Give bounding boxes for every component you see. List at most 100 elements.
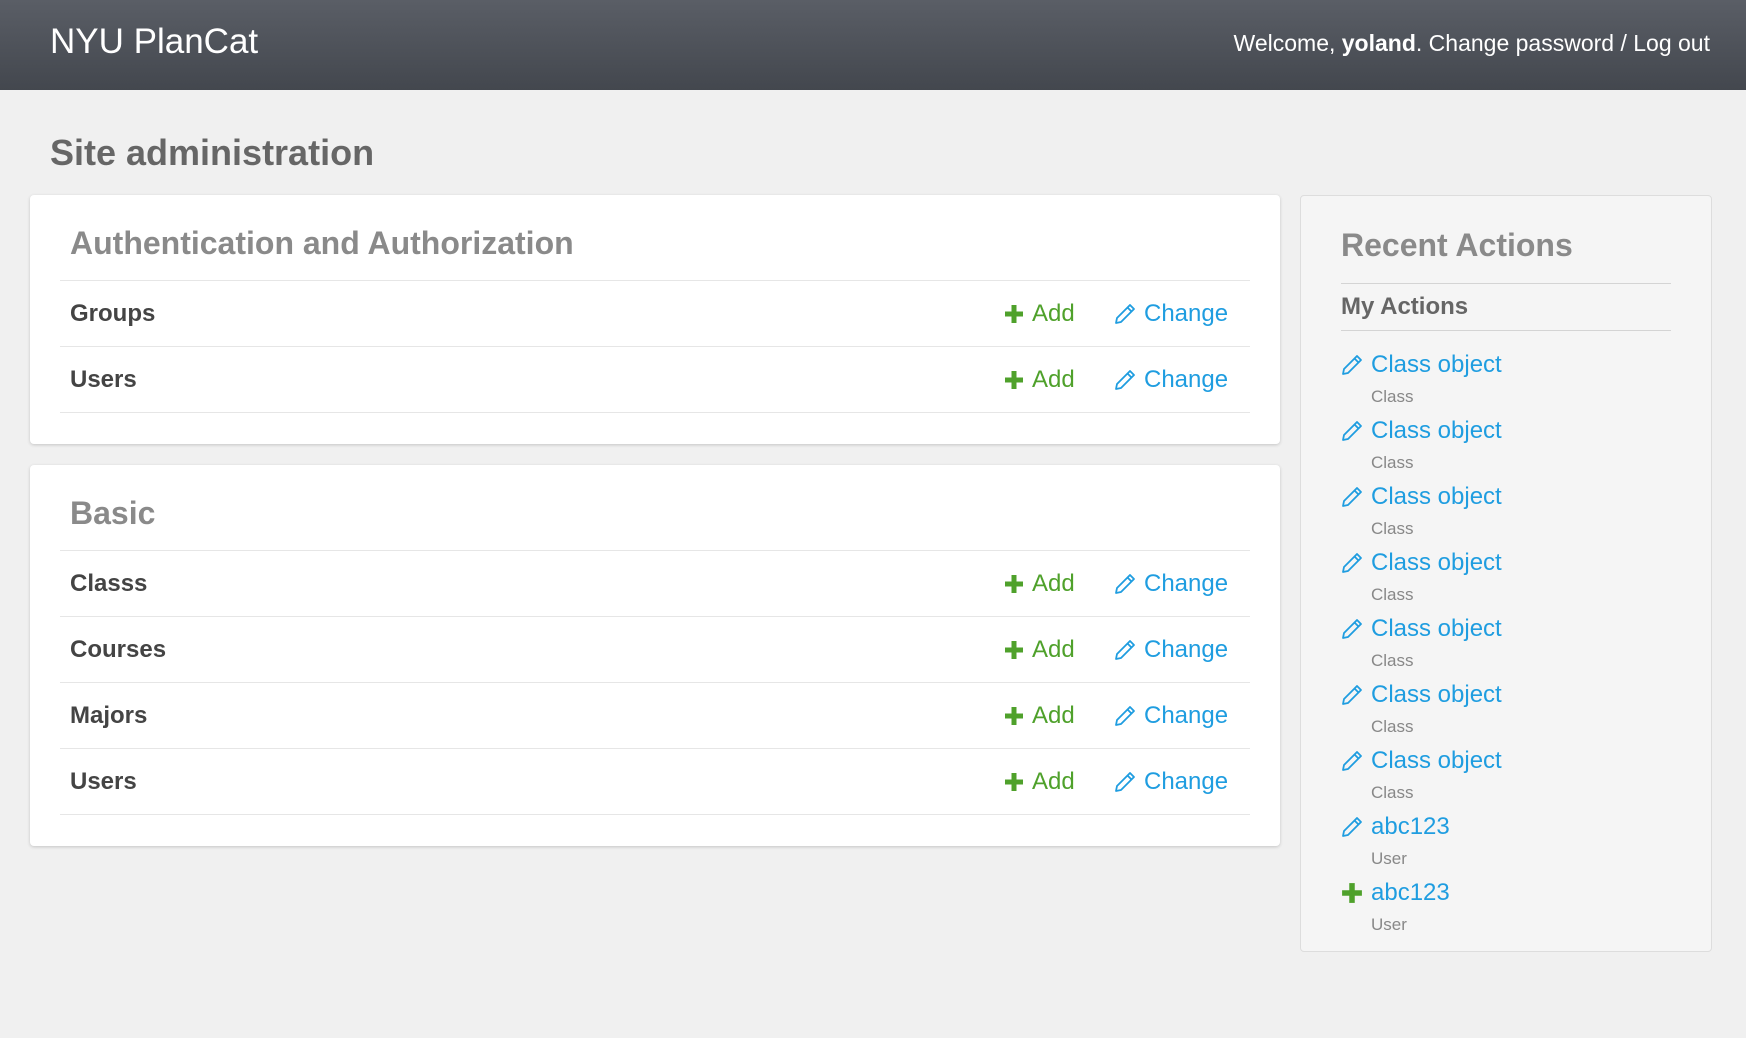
module-caption: Authentication and Authorization bbox=[60, 195, 1250, 281]
change-label: Change bbox=[1144, 701, 1229, 729]
pencil-icon bbox=[1115, 639, 1135, 660]
add-button[interactable]: Add bbox=[1004, 636, 1114, 664]
module-authentication: Authentication and Authorization Groups … bbox=[30, 195, 1280, 444]
action-link[interactable]: Class object bbox=[1371, 483, 1502, 511]
model-name[interactable]: Classs bbox=[70, 570, 1004, 598]
model-row-users: Users Add Change bbox=[60, 347, 1250, 413]
action-item: Class object Class bbox=[1341, 541, 1671, 607]
pencil-icon bbox=[1342, 487, 1362, 507]
action-type: Class bbox=[1371, 519, 1414, 538]
top-header: NYU PlanCat Welcome, yoland. Change pass… bbox=[0, 0, 1746, 90]
change-label: Change bbox=[1144, 767, 1229, 795]
pencil-icon bbox=[1342, 817, 1362, 837]
add-label: Add bbox=[1032, 767, 1075, 795]
add-button[interactable]: Add bbox=[1004, 570, 1114, 598]
add-button[interactable]: Add bbox=[1004, 768, 1114, 796]
model-row-majors: Majors Add Change bbox=[60, 683, 1250, 749]
change-button[interactable]: Change bbox=[1114, 702, 1250, 730]
pencil-icon bbox=[1115, 369, 1135, 390]
plus-icon bbox=[1005, 772, 1023, 791]
action-type: User bbox=[1371, 849, 1407, 868]
action-link[interactable]: Class object bbox=[1371, 417, 1502, 445]
plus-icon bbox=[1005, 370, 1023, 389]
change-label: Change bbox=[1144, 365, 1229, 393]
add-button[interactable]: Add bbox=[1004, 300, 1114, 328]
pencil-icon bbox=[1342, 553, 1362, 573]
model-name[interactable]: Groups bbox=[70, 300, 1004, 328]
add-label: Add bbox=[1032, 299, 1075, 327]
action-link[interactable]: Class object bbox=[1371, 615, 1502, 643]
action-link[interactable]: Class object bbox=[1371, 681, 1502, 709]
model-name[interactable]: Majors bbox=[70, 702, 1004, 730]
user-tools-separator: / bbox=[1614, 30, 1634, 56]
action-type: Class bbox=[1371, 453, 1414, 472]
action-item: Class object Class bbox=[1341, 739, 1671, 805]
action-link[interactable]: Class object bbox=[1371, 747, 1502, 775]
add-label: Add bbox=[1032, 365, 1075, 393]
model-name[interactable]: Users bbox=[70, 366, 1004, 394]
pencil-icon bbox=[1342, 619, 1362, 639]
user-tools: Welcome, yoland. Change password / Log o… bbox=[1234, 30, 1710, 57]
add-button[interactable]: Add bbox=[1004, 702, 1114, 730]
welcome-text: Welcome, bbox=[1233, 30, 1342, 56]
username: yoland bbox=[1341, 30, 1416, 56]
action-type: Class bbox=[1371, 717, 1414, 736]
change-password-link[interactable]: Change password bbox=[1429, 30, 1614, 56]
add-label: Add bbox=[1032, 569, 1075, 597]
add-label: Add bbox=[1032, 701, 1075, 729]
action-link[interactable]: Class object bbox=[1371, 549, 1502, 577]
pencil-icon bbox=[1342, 421, 1362, 441]
action-item: abc123 User bbox=[1341, 871, 1671, 937]
add-label: Add bbox=[1032, 635, 1075, 663]
model-row-users: Users Add Change bbox=[60, 749, 1250, 815]
change-button[interactable]: Change bbox=[1114, 570, 1250, 598]
recent-actions-title: Recent Actions bbox=[1341, 196, 1671, 284]
action-list: Class object Class Class object Class Cl… bbox=[1341, 331, 1671, 937]
my-actions-heading: My Actions bbox=[1341, 284, 1671, 331]
recent-actions-panel: Recent Actions My Actions Class object C… bbox=[1300, 195, 1712, 952]
pencil-icon bbox=[1342, 355, 1362, 375]
action-link[interactable]: abc123 bbox=[1371, 879, 1450, 907]
action-type: Class bbox=[1371, 651, 1414, 670]
logout-link[interactable]: Log out bbox=[1633, 30, 1710, 56]
change-button[interactable]: Change bbox=[1114, 636, 1250, 664]
action-item: Class object Class bbox=[1341, 607, 1671, 673]
change-button[interactable]: Change bbox=[1114, 768, 1250, 796]
pencil-icon bbox=[1115, 705, 1135, 726]
pencil-icon bbox=[1115, 573, 1135, 594]
action-type: Class bbox=[1371, 783, 1414, 802]
model-name[interactable]: Users bbox=[70, 768, 1004, 796]
pencil-icon bbox=[1115, 771, 1135, 792]
model-row-classs: Classs Add Change bbox=[60, 551, 1250, 617]
pencil-icon bbox=[1342, 751, 1362, 771]
module-caption: Basic bbox=[60, 465, 1250, 551]
add-button[interactable]: Add bbox=[1004, 366, 1114, 394]
plus-icon bbox=[1005, 574, 1023, 593]
action-item: abc123 User bbox=[1341, 805, 1671, 871]
action-item: Class object Class bbox=[1341, 343, 1671, 409]
model-row-groups: Groups Add Change bbox=[60, 281, 1250, 347]
action-link[interactable]: abc123 bbox=[1371, 813, 1450, 841]
welcome-punct: . bbox=[1415, 30, 1429, 56]
site-brand[interactable]: NYU PlanCat bbox=[50, 22, 258, 62]
action-link[interactable]: Class object bbox=[1371, 351, 1502, 379]
model-name[interactable]: Courses bbox=[70, 636, 1004, 664]
action-item: Class object Class bbox=[1341, 409, 1671, 475]
plus-icon bbox=[1005, 304, 1023, 323]
plus-icon bbox=[1005, 640, 1023, 659]
change-button[interactable]: Change bbox=[1114, 300, 1250, 328]
plus-icon bbox=[1342, 883, 1362, 903]
change-label: Change bbox=[1144, 569, 1229, 597]
model-row-courses: Courses Add Change bbox=[60, 617, 1250, 683]
pencil-icon bbox=[1115, 303, 1135, 324]
action-item: Class object Class bbox=[1341, 475, 1671, 541]
action-type: Class bbox=[1371, 387, 1414, 406]
pencil-icon bbox=[1342, 685, 1362, 705]
action-type: User bbox=[1371, 915, 1407, 934]
action-type: Class bbox=[1371, 585, 1414, 604]
plus-icon bbox=[1005, 706, 1023, 725]
action-item: Class object Class bbox=[1341, 673, 1671, 739]
change-label: Change bbox=[1144, 635, 1229, 663]
page-title: Site administration bbox=[50, 132, 375, 173]
change-button[interactable]: Change bbox=[1114, 366, 1250, 394]
